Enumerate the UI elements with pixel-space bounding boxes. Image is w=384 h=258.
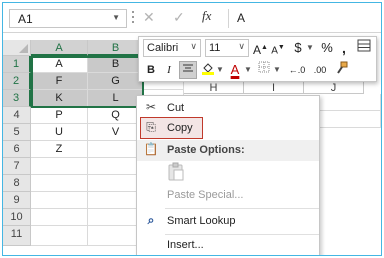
- formula-input[interactable]: A: [228, 9, 378, 28]
- menu-item-smart-lookup[interactable]: ⌕ Smart Lookup: [137, 211, 319, 232]
- menu-item-insert[interactable]: Insert...: [137, 235, 319, 255]
- row-header-2[interactable]: 2: [3, 73, 31, 90]
- cell-a11[interactable]: [31, 226, 88, 246]
- paste-special-label: Paste Special...: [167, 189, 244, 201]
- menu-item-cut-label: Cut: [167, 102, 185, 114]
- name-box[interactable]: A1 ▼: [9, 9, 127, 28]
- font-color-dropdown-icon[interactable]: ▼: [244, 61, 252, 79]
- menu-header-paste-options: 📋 Paste Options:: [137, 140, 319, 161]
- menu-item-paste-special[interactable]: Paste Special...: [137, 185, 319, 206]
- font-name-select[interactable]: Calibri ∨: [143, 39, 201, 57]
- formula-bar: A1 ▼ ✕ ✓ fx A: [3, 3, 381, 33]
- font-color-button[interactable]: A: [227, 61, 243, 79]
- accounting-dropdown-icon[interactable]: ▼: [306, 39, 314, 57]
- column-header-i[interactable]: I: [244, 82, 304, 94]
- cell-a7[interactable]: [31, 158, 88, 175]
- format-painter-icon[interactable]: [333, 61, 351, 79]
- paste-options-label: Paste Options:: [167, 144, 245, 156]
- italic-button[interactable]: I: [161, 61, 177, 79]
- cell-b2[interactable]: G: [88, 73, 144, 90]
- row-header-8[interactable]: 8: [3, 175, 31, 192]
- row-header-11[interactable]: 11: [3, 226, 31, 246]
- row-header-10[interactable]: 10: [3, 209, 31, 226]
- accounting-format-button[interactable]: $: [290, 39, 306, 57]
- cell-a6[interactable]: Z: [31, 141, 88, 158]
- row-header-9[interactable]: 9: [3, 192, 31, 209]
- row-header-7[interactable]: 7: [3, 158, 31, 175]
- cell-a1[interactable]: A: [31, 56, 88, 73]
- borders-dropdown-icon[interactable]: ▼: [273, 61, 281, 79]
- shrink-font-label: A: [271, 45, 278, 57]
- column-header-h[interactable]: H: [184, 82, 244, 94]
- cell-a5[interactable]: U: [31, 124, 88, 141]
- cell-a2[interactable]: F: [31, 73, 88, 90]
- row-header-3[interactable]: 3: [3, 90, 31, 107]
- row-header-6[interactable]: 6: [3, 141, 31, 158]
- font-size-value: 11: [209, 42, 221, 54]
- row-header-5[interactable]: 5: [3, 124, 31, 141]
- cancel-entry-icon[interactable]: ✕: [143, 9, 155, 26]
- increase-decimal-button[interactable]: ←.0: [286, 61, 308, 79]
- row-header-4[interactable]: 4: [3, 107, 31, 124]
- fill-color-dropdown-icon[interactable]: ▼: [216, 61, 224, 79]
- name-box-dropdown-icon[interactable]: ▼: [112, 13, 120, 22]
- column-header-a[interactable]: A: [31, 40, 88, 56]
- confirm-entry-icon[interactable]: ✓: [173, 9, 185, 26]
- column-header-b[interactable]: B: [88, 40, 144, 56]
- smart-lookup-label: Smart Lookup: [167, 215, 236, 227]
- grow-font-button[interactable]: A▲: [253, 39, 268, 57]
- excel-window: A1 ▼ ✕ ✓ fx A A B 1 2 3 4 5 6 7 8 9 10 1…: [2, 2, 382, 256]
- format-painter-table-icon[interactable]: [355, 39, 373, 57]
- column-header-j[interactable]: J: [304, 82, 364, 94]
- menu-item-copy-label: Copy: [167, 122, 193, 134]
- formula-bar-grip-icon[interactable]: [131, 11, 135, 25]
- center-align-icon[interactable]: [179, 61, 197, 79]
- shrink-font-button[interactable]: A▼: [271, 39, 285, 57]
- cell-a9[interactable]: [31, 192, 88, 209]
- menu-separator: [165, 208, 319, 209]
- select-all-button[interactable]: [3, 40, 31, 56]
- cell-b1[interactable]: B: [88, 56, 144, 73]
- percent-style-button[interactable]: %: [319, 39, 335, 57]
- comma-style-button[interactable]: ,: [338, 39, 350, 57]
- chevron-down-icon: ∨: [190, 41, 197, 51]
- fill-color-icon[interactable]: [200, 61, 216, 79]
- mini-toolbar-row-2: B I ▼ A ▼ ▼ ←.0 .00: [139, 61, 376, 81]
- name-box-value: A1: [18, 12, 33, 26]
- scissors-icon: ✂: [145, 100, 157, 114]
- formula-value: A: [237, 11, 246, 25]
- paste-clipboard-icon[interactable]: [167, 162, 185, 182]
- mini-toolbar: Calibri ∨ 11 ∨ A▲ A▼ $ ▼ % , B I ▼ A ▼ ▼…: [138, 36, 377, 82]
- font-name-value: Calibri: [147, 42, 179, 54]
- row-header-1[interactable]: 1: [3, 56, 31, 73]
- cell-j1[interactable]: [320, 94, 381, 111]
- cell-a10[interactable]: [31, 209, 88, 226]
- menu-item-copy[interactable]: ⎘ Copy: [137, 118, 319, 139]
- paste-icon: 📋: [143, 142, 159, 156]
- menu-item-cut[interactable]: ✂ Cut: [137, 98, 319, 119]
- insert-label: Insert...: [167, 239, 204, 251]
- copy-icon: ⎘: [146, 120, 156, 134]
- bold-button[interactable]: B: [143, 61, 159, 79]
- cell-a4[interactable]: P: [31, 107, 88, 124]
- smart-lookup-icon: ⌕: [147, 213, 155, 227]
- insert-function-button[interactable]: fx: [202, 8, 211, 24]
- font-size-select[interactable]: 11 ∨: [205, 39, 249, 57]
- borders-icon[interactable]: [256, 61, 272, 79]
- decrease-decimal-button[interactable]: .00: [309, 61, 331, 79]
- context-menu: ✂ Cut ⎘ Copy 📋 Paste Options: Paste Spec…: [136, 95, 320, 255]
- cell-a8[interactable]: [31, 175, 88, 192]
- grow-font-label: A: [253, 43, 262, 57]
- mini-toolbar-row-1: Calibri ∨ 11 ∨ A▲ A▼ $ ▼ % ,: [139, 39, 376, 59]
- cell-j2[interactable]: [320, 111, 381, 128]
- chevron-down-icon: ∨: [238, 41, 245, 51]
- cell-a3[interactable]: K: [31, 90, 88, 107]
